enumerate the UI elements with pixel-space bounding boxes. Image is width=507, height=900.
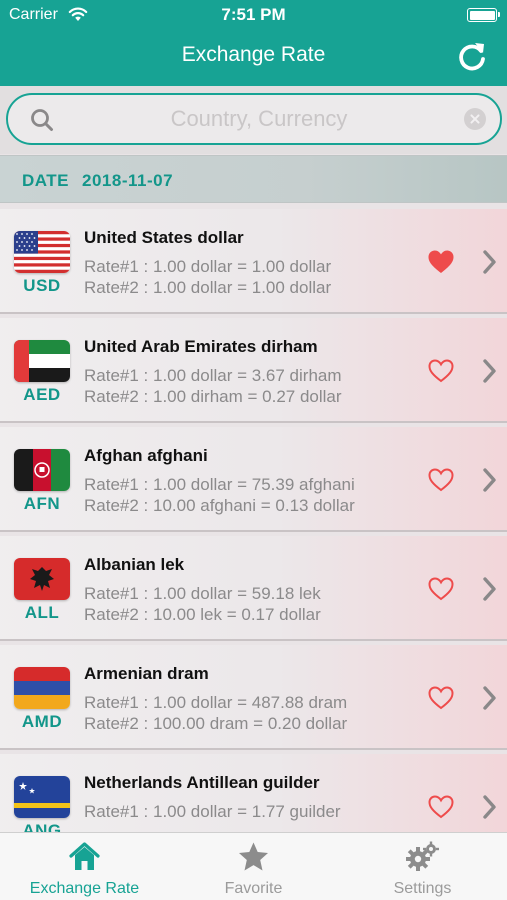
chevron-right-icon[interactable] (480, 467, 498, 493)
currency-name: United Arab Emirates dirham (84, 337, 318, 356)
home-icon (69, 842, 100, 870)
page-title: Exchange Rate (181, 43, 326, 66)
currency-code: AED (23, 385, 61, 404)
currency-row-amd[interactable]: AMD Armenian dram Rate#1 : 1.00 dollar =… (0, 645, 507, 750)
battery-icon (467, 8, 500, 22)
gears-icon (406, 841, 439, 871)
heart-outline-icon[interactable] (427, 576, 455, 602)
heart-outline-icon[interactable] (427, 685, 455, 711)
date-value: 2018-11-07 (82, 171, 174, 190)
rate-2: Rate#2 : 1.00 dollar = 1.00 dollar (84, 278, 332, 297)
rate-1: Rate#1 : 1.00 dollar = 1.00 dollar (84, 257, 332, 276)
currency-list: USD United States dollar Rate#1 : 1.00 d… (0, 209, 507, 832)
search-icon (31, 109, 53, 131)
refresh-icon[interactable] (456, 41, 488, 73)
search-input[interactable] (68, 103, 450, 135)
currency-row-afn[interactable]: AFN Afghan afghani Rate#1 : 1.00 dollar … (0, 427, 507, 532)
currency-name: Albanian lek (84, 555, 185, 574)
date-label: DATE (22, 171, 70, 190)
tab-exchange-rate[interactable]: Exchange Rate (0, 833, 169, 900)
heart-filled-icon[interactable] (427, 249, 455, 275)
currency-row-usd[interactable]: USD United States dollar Rate#1 : 1.00 d… (0, 209, 507, 314)
rate-2: Rate#2 : 10.00 afghani = 0.13 dollar (84, 496, 355, 515)
rate-1: Rate#1 : 1.00 dollar = 75.39 afghani (84, 475, 355, 494)
search-bar (6, 93, 502, 145)
tab-label: Favorite (224, 880, 283, 897)
currency-name: Armenian dram (84, 664, 209, 683)
currency-code: ALL (24, 603, 60, 622)
currency-name: United States dollar (84, 228, 244, 247)
currency-code: AMD (21, 712, 63, 731)
rate-1: Rate#1 : 1.00 dollar = 1.77 guilder (84, 802, 341, 821)
clear-icon[interactable] (464, 108, 486, 130)
currency-code: USD (23, 276, 61, 295)
currency-code: AFN (23, 494, 61, 513)
tab-settings[interactable]: Settings (338, 833, 507, 900)
currency-name: Afghan afghani (84, 446, 208, 465)
flag-afghanistan-icon (14, 449, 70, 491)
rate-1: Rate#1 : 1.00 dollar = 3.67 dirham (84, 366, 342, 385)
currency-row-all[interactable]: ALL Albanian lek Rate#1 : 1.00 dollar = … (0, 536, 507, 641)
status-bar: Carrier 7:51 PM (0, 0, 507, 30)
flag-albania-icon (14, 558, 70, 600)
currency-name: Netherlands Antillean guilder (84, 773, 320, 792)
flag-curacao-icon (14, 776, 70, 818)
flag-usa-icon (14, 231, 70, 273)
currency-code: ANG (22, 821, 62, 832)
tab-label: Exchange Rate (29, 880, 140, 897)
rate-1: Rate#1 : 1.00 dollar = 487.88 dram (84, 693, 348, 712)
chevron-right-icon[interactable] (480, 685, 498, 711)
date-header: DATE 2018-11-07 (0, 155, 507, 203)
heart-outline-icon[interactable] (427, 467, 455, 493)
search-area (0, 86, 507, 154)
rate-2: Rate#2 : 10.00 lek = 0.17 dollar (84, 605, 321, 624)
heart-outline-icon[interactable] (427, 794, 455, 820)
chevron-right-icon[interactable] (480, 576, 498, 602)
flag-armenia-icon (14, 667, 70, 709)
chevron-right-icon[interactable] (480, 794, 498, 820)
currency-row-aed[interactable]: AED United Arab Emirates dirham Rate#1 :… (0, 318, 507, 423)
flag-uae-icon (14, 340, 70, 382)
chevron-right-icon[interactable] (480, 358, 498, 384)
rate-2: Rate#2 : 100.00 dram = 0.20 dollar (84, 714, 348, 733)
heart-outline-icon[interactable] (427, 358, 455, 384)
rate-1: Rate#1 : 1.00 dollar = 59.18 lek (84, 584, 321, 603)
rate-2: Rate#2 : 1.00 dirham = 0.27 dollar (84, 387, 342, 406)
currency-row-ang[interactable]: ANG Netherlands Antillean guilder Rate#1… (0, 754, 507, 832)
status-time: 7:51 PM (221, 5, 286, 24)
tab-bar: Exchange Rate Favorite Settings (0, 832, 507, 900)
navigation-bar: Exchange Rate (0, 30, 507, 86)
tab-favorite[interactable]: Favorite (169, 833, 338, 900)
tab-label: Settings (393, 880, 452, 897)
star-icon (239, 842, 268, 871)
chevron-right-icon[interactable] (480, 249, 498, 275)
